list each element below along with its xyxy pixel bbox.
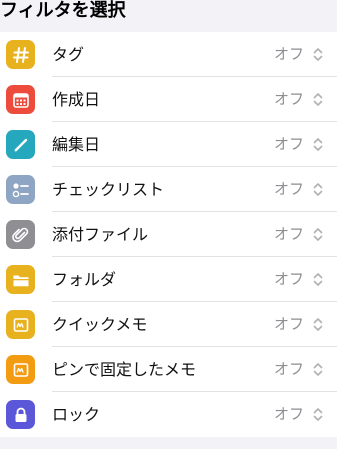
filter-label: ピンで固定したメモ [52, 360, 197, 379]
folder-icon [6, 265, 35, 294]
chevron-updown-icon [313, 318, 323, 331]
filter-row-tag[interactable]: タグ オフ [0, 32, 337, 77]
paperclip-icon [6, 220, 35, 249]
chevron-updown-icon [313, 363, 323, 376]
filter-list: タグ オフ 作成日 オフ 編集日 オフ チェックリスト オフ 添付ファイル オフ… [0, 32, 337, 437]
filter-row-quick-note[interactable]: クイックメモ オフ [0, 302, 337, 347]
filter-row-lock[interactable]: ロック オフ [0, 392, 337, 437]
filter-label: 添付ファイル [52, 225, 149, 244]
filter-label: 作成日 [52, 90, 101, 109]
calendar-icon [6, 85, 35, 114]
checklist-icon [6, 175, 35, 204]
filter-label: タグ [52, 45, 85, 64]
hashtag-icon [6, 40, 35, 69]
chevron-updown-icon [313, 93, 323, 106]
quick-note-icon [6, 310, 35, 339]
chevron-updown-icon [313, 48, 323, 61]
pencil-icon [6, 130, 35, 159]
filter-row-folder[interactable]: フォルダ オフ [0, 257, 337, 302]
filter-value: オフ [274, 405, 305, 423]
filter-value: オフ [274, 270, 305, 288]
filter-row-edited-date[interactable]: 編集日 オフ [0, 122, 337, 167]
filter-value: オフ [274, 180, 305, 198]
chevron-updown-icon [313, 138, 323, 151]
chevron-updown-icon [313, 273, 323, 286]
filter-row-attachments[interactable]: 添付ファイル オフ [0, 212, 337, 257]
filter-row-created-date[interactable]: 作成日 オフ [0, 77, 337, 122]
filter-value: オフ [274, 360, 305, 378]
filter-value: オフ [274, 90, 305, 108]
filter-row-checklist[interactable]: チェックリスト オフ [0, 167, 337, 212]
chevron-updown-icon [313, 183, 323, 196]
lock-icon [6, 400, 35, 429]
chevron-updown-icon [313, 408, 323, 421]
filter-label: 編集日 [52, 135, 101, 154]
filter-label: クイックメモ [52, 315, 148, 334]
filter-label: チェックリスト [52, 180, 165, 199]
filter-row-pinned-note[interactable]: ピンで固定したメモ オフ [0, 347, 337, 392]
chevron-updown-icon [313, 228, 323, 241]
filter-label: ロック [52, 405, 101, 424]
filter-value: オフ [274, 135, 305, 153]
filter-value: オフ [274, 45, 305, 63]
filter-label: フォルダ [52, 270, 117, 289]
filter-value: オフ [274, 315, 305, 333]
filter-value: オフ [274, 225, 305, 243]
page-title: フィルタを選択 [0, 0, 126, 21]
pinned-note-icon [6, 355, 35, 384]
